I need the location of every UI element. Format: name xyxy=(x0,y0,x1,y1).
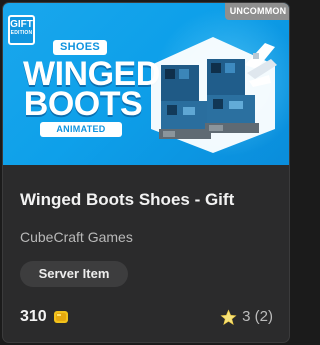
art-title-line2: BOOTS xyxy=(23,85,143,123)
gift-badge-line1: GIFT xyxy=(10,19,33,30)
price-value: 310 xyxy=(20,308,47,325)
marketplace-item-card[interactable]: GIFT EDITION UNCOMMON SHOES WINGED BOOTS… xyxy=(2,2,290,343)
rating-text: 3 (2) xyxy=(242,308,273,325)
item-thumbnail: GIFT EDITION UNCOMMON SHOES WINGED BOOTS… xyxy=(3,3,289,165)
gift-edition-badge: GIFT EDITION xyxy=(8,15,35,45)
winged-boots-illustration xyxy=(151,37,277,153)
item-title[interactable]: Winged Boots Shoes - Gift xyxy=(20,189,285,211)
gift-badge-line2: EDITION xyxy=(10,30,33,36)
creator-name[interactable]: CubeCraft Games xyxy=(20,228,133,246)
rating: 3 (2) xyxy=(220,306,273,328)
rarity-badge: UNCOMMON xyxy=(225,3,289,20)
art-category-pill: SHOES xyxy=(53,40,107,55)
item-type-tag: Server Item xyxy=(20,261,128,287)
price: 310 xyxy=(20,306,69,328)
star-icon xyxy=(220,309,237,325)
coin-icon xyxy=(53,311,68,323)
art-subtitle-pill: ANIMATED xyxy=(40,122,122,137)
